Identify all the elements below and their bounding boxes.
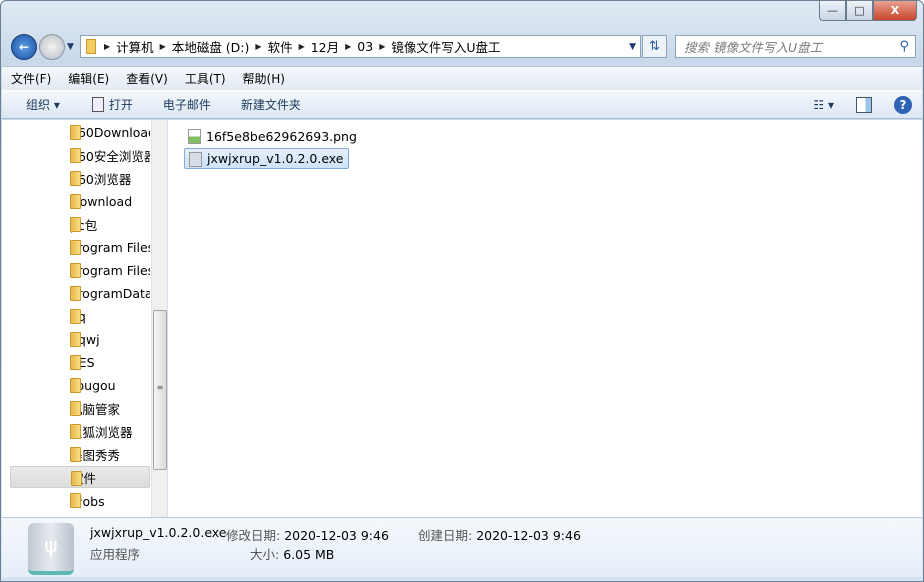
sidebar-item[interactable]: 360浏览器 [10, 167, 150, 189]
breadcrumb[interactable]: 计算机 [116, 37, 154, 56]
sidebar-item[interactable]: RES [10, 351, 150, 373]
menu-bar: 文件(F) 编辑(E) 查看(V) 工具(T) 帮助(H) [2, 66, 922, 90]
sidebar-item[interactable]: sougou [10, 374, 150, 396]
folder-icon [70, 378, 81, 393]
command-bar: 组织 ▾ 打开 电子邮件 新建文件夹 ☷ ▾ ? [2, 90, 922, 119]
breadcrumb[interactable]: 03 [357, 39, 373, 54]
sidebar-item[interactable]: 美图秀秀 [10, 443, 150, 465]
navigation-pane: 新obs软件美图秀秀火狐浏览器电脑管家sougouRESqqwjqqProgra… [2, 120, 168, 517]
exe-file-icon [189, 152, 202, 167]
sidebar-item[interactable]: 电脑管家 [10, 397, 150, 419]
sidebar-item[interactable]: qq [10, 305, 150, 327]
size-value: 6.05 MB [283, 547, 335, 562]
menu-file[interactable]: 文件(F) [2, 70, 59, 87]
breadcrumb[interactable]: 镜像文件写入U盘工 [391, 37, 500, 56]
folder-icon [70, 263, 81, 278]
refresh-button[interactable]: ⇅ [642, 35, 667, 58]
sidebar-item[interactable]: 新obs [10, 489, 150, 511]
forward-button[interactable]: → [39, 34, 65, 60]
sidebar-item[interactable]: 360Download [10, 121, 150, 143]
new-folder-button[interactable]: 新建文件夹 [229, 96, 313, 113]
folder-icon [70, 217, 81, 232]
folder-icon [86, 39, 96, 54]
sidebar-item[interactable]: Program Files [10, 259, 150, 281]
sidebar-item[interactable]: Download [10, 190, 150, 212]
size-label: 大小: [250, 547, 280, 562]
folder-icon [70, 493, 81, 508]
search-input[interactable]: 搜索 镜像文件写入U盘工 ⚲ [675, 35, 916, 58]
detail-type: 应用程序 [90, 547, 141, 562]
folder-icon [70, 125, 81, 140]
modified-value: 2020-12-03 9:46 [284, 528, 389, 543]
back-button[interactable]: ← [11, 34, 37, 60]
created-label: 创建日期: [418, 528, 473, 543]
maximize-button[interactable]: □ [846, 1, 873, 21]
search-icon[interactable]: ⚲ [899, 39, 909, 54]
sidebar-item[interactable]: Program Files [10, 236, 150, 258]
menu-edit[interactable]: 编辑(E) [59, 70, 117, 87]
help-button[interactable]: ? [894, 95, 912, 114]
folder-icon [70, 355, 81, 370]
folder-icon [70, 286, 81, 301]
folder-icon [70, 309, 81, 324]
details-pane: ψ jxwjxrup_v1.0.2.0.exe 应用程序 修改日期: 2020-… [2, 517, 922, 577]
nav-scrollbar[interactable]: ≡ [151, 120, 167, 517]
folder-icon [70, 332, 81, 347]
breadcrumb[interactable]: 本地磁盘 (D:) [172, 37, 250, 56]
folder-icon [70, 447, 81, 462]
created-value: 2020-12-03 9:46 [476, 528, 581, 543]
recent-pages-dropdown[interactable]: ▼ [67, 42, 74, 52]
sidebar-item[interactable]: pc包 [10, 213, 150, 235]
file-item-selected[interactable]: jxwjxrup_v1.0.2.0.exe [184, 148, 349, 169]
detail-name: jxwjxrup_v1.0.2.0.exe [90, 525, 227, 540]
breadcrumb[interactable]: 软件 [268, 37, 293, 56]
sidebar-item[interactable]: 软件 [10, 466, 150, 488]
breadcrumb[interactable]: 12月 [311, 37, 339, 56]
folder-icon [70, 240, 81, 255]
folder-icon [70, 401, 81, 416]
address-bar[interactable]: ▶ 计算机 ▶ 本地磁盘 (D:) ▶ 软件 ▶ 12月 ▶ 03 ▶ 镜像文件写入U盘工 … [80, 35, 641, 58]
menu-tools[interactable]: 工具(T) [176, 70, 234, 87]
minimize-button[interactable]: — [819, 1, 846, 21]
folder-icon [70, 148, 81, 163]
menu-view[interactable]: 查看(V) [117, 70, 176, 87]
open-icon [91, 97, 104, 112]
preview-pane-button[interactable] [856, 96, 872, 113]
file-list: 16f5e8be62962693.png jxwjxrup_v1.0.2.0.e… [168, 120, 922, 517]
folder-icon [71, 471, 82, 486]
folder-icon [70, 424, 81, 439]
close-button[interactable]: X [873, 1, 917, 21]
email-button[interactable]: 电子邮件 [151, 96, 223, 113]
modified-label: 修改日期: [226, 528, 281, 543]
organize-button[interactable]: 组织 ▾ [2, 96, 72, 113]
usb-app-icon: ψ [28, 523, 74, 575]
png-file-icon [188, 129, 201, 144]
folder-icon [70, 171, 81, 186]
open-button[interactable]: 打开 [80, 96, 145, 113]
sidebar-item[interactable]: 360安全浏览器 [10, 144, 150, 166]
sidebar-item[interactable]: qqwj [10, 328, 150, 350]
folder-icon [70, 194, 81, 209]
scrollbar-thumb[interactable]: ≡ [153, 310, 167, 470]
address-dropdown-icon[interactable]: ▼ [629, 42, 636, 52]
view-options-button[interactable]: ☷ ▾ [813, 98, 834, 112]
explorer-window: — □ X ← → ▼ ▶ 计算机 ▶ 本地磁盘 (D:) ▶ 软件 ▶ 12月 ▶ 03… [0, 0, 924, 582]
sidebar-item[interactable]: ProgramData [10, 282, 150, 304]
sidebar-item[interactable]: 火狐浏览器 [10, 420, 150, 442]
file-item[interactable]: 16f5e8be62962693.png [184, 126, 361, 147]
menu-help[interactable]: 帮助(H) [234, 70, 293, 87]
